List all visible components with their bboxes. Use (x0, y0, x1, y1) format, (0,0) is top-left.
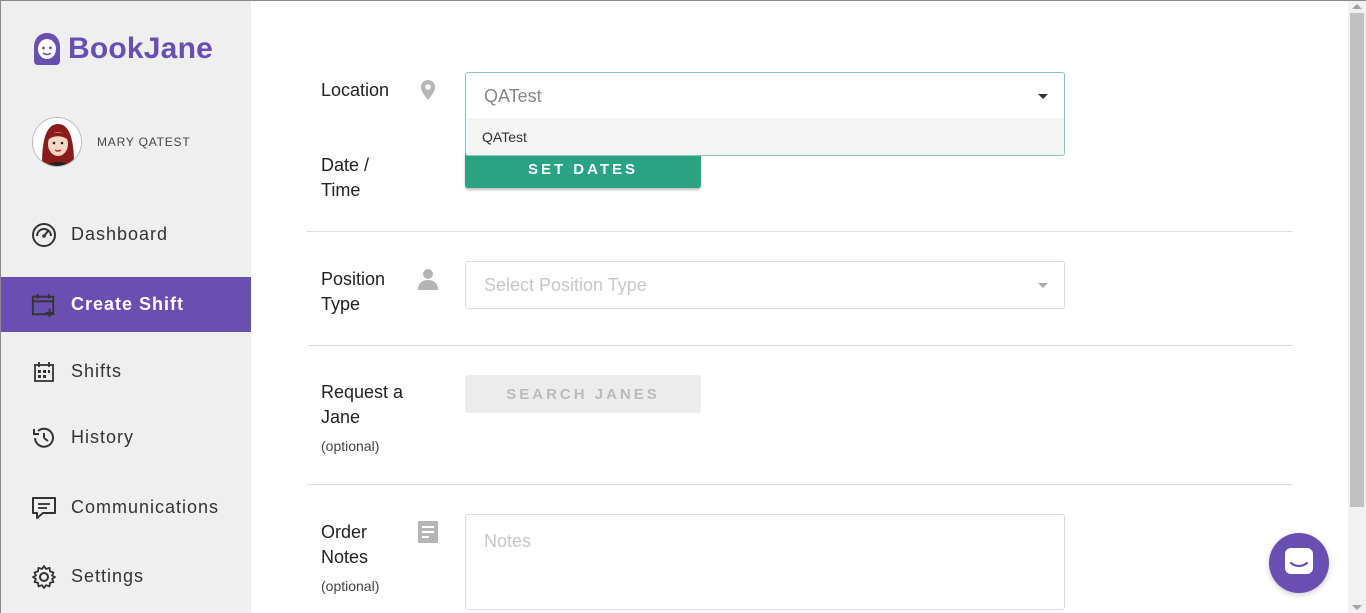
vertical-scrollbar[interactable] (1348, 0, 1366, 613)
chevron-down-icon[interactable] (1038, 283, 1048, 288)
location-select[interactable]: QATest (465, 72, 1065, 120)
order-notes-placeholder: Notes (484, 531, 532, 551)
order-notes-label-line1: Order (321, 522, 368, 542)
search-janes-button[interactable]: SEARCH JANES (465, 375, 701, 413)
scroll-up-icon[interactable] (1352, 4, 1362, 9)
position-type-placeholder: Select Position Type (484, 274, 647, 295)
request-jane-label: Request a Jane (321, 380, 403, 430)
sidebar-item-label: Settings (71, 566, 145, 586)
chat-launcher-icon (1284, 547, 1314, 580)
order-notes-optional: (optional) (321, 578, 380, 594)
sidebar-item-dashboard[interactable]: Dashboard (1, 207, 252, 262)
gear-icon (31, 564, 57, 590)
sidebar-item-create-shift[interactable]: Create Shift (1, 277, 252, 332)
sidebar-item-shifts[interactable]: Shifts (1, 344, 252, 399)
sidebar-item-settings[interactable]: Settings (1, 549, 252, 604)
calendar-icon (31, 359, 57, 385)
location-label: Location (321, 80, 390, 100)
order-notes-textarea[interactable]: Notes (465, 514, 1065, 610)
order-notes-label: Order Notes (321, 520, 368, 570)
sidebar: BookJane MARY QATEST Dashboard Create Sh… (0, 0, 252, 613)
location-dropdown-menu: QATest (465, 118, 1065, 156)
sidebar-item-label: History (71, 427, 135, 447)
location-select-value: QATest (484, 85, 542, 106)
sidebar-item-history[interactable]: History (1, 410, 252, 465)
scrollbar-thumb[interactable] (1350, 13, 1364, 507)
bookjane-logo-icon (32, 31, 62, 67)
map-pin-icon (417, 78, 439, 102)
profile-name: MARY QATEST (97, 135, 191, 149)
chat-message-icon (31, 495, 57, 521)
scroll-down-icon[interactable] (1352, 605, 1362, 610)
location-option[interactable]: QATest (466, 118, 1064, 156)
sidebar-item-communications[interactable]: Communications (1, 480, 252, 535)
date-time-label-line1: Date / (321, 155, 370, 175)
brand-name: BookJane (68, 32, 213, 65)
request-jane-label-line2: Jane (321, 407, 361, 427)
request-jane-optional: (optional) (321, 438, 380, 454)
divider (307, 345, 1292, 346)
brand-logo[interactable]: BookJane (32, 31, 213, 67)
user-profile[interactable]: MARY QATEST (32, 117, 191, 167)
position-type-label: Position Type (321, 267, 385, 317)
create-shift-form: Location QATest QATest Date / Time SET D… (251, 0, 1348, 613)
dashboard-gauge-icon (31, 222, 57, 248)
position-type-label-line2: Type (321, 294, 361, 314)
sidebar-item-label: Dashboard (71, 224, 169, 244)
order-notes-label-line2: Notes (321, 547, 369, 567)
chevron-down-icon[interactable] (1038, 94, 1048, 99)
chat-launcher-button[interactable] (1269, 533, 1329, 593)
position-type-select[interactable]: Select Position Type (465, 261, 1065, 309)
date-time-label: Date / Time (321, 153, 369, 203)
divider (307, 484, 1292, 485)
sidebar-item-label: Create Shift (71, 294, 185, 314)
divider (307, 231, 1292, 232)
sidebar-item-label: Shifts (71, 361, 123, 381)
date-time-label-line2: Time (321, 180, 361, 200)
sidebar-item-label: Communications (71, 497, 220, 517)
calendar-plus-icon (31, 292, 57, 318)
request-jane-label-line1: Request a (321, 382, 404, 402)
history-clock-icon (31, 425, 57, 451)
avatar (32, 117, 82, 167)
note-icon (417, 520, 439, 544)
position-type-label-line1: Position (321, 269, 386, 289)
person-icon (417, 267, 439, 291)
